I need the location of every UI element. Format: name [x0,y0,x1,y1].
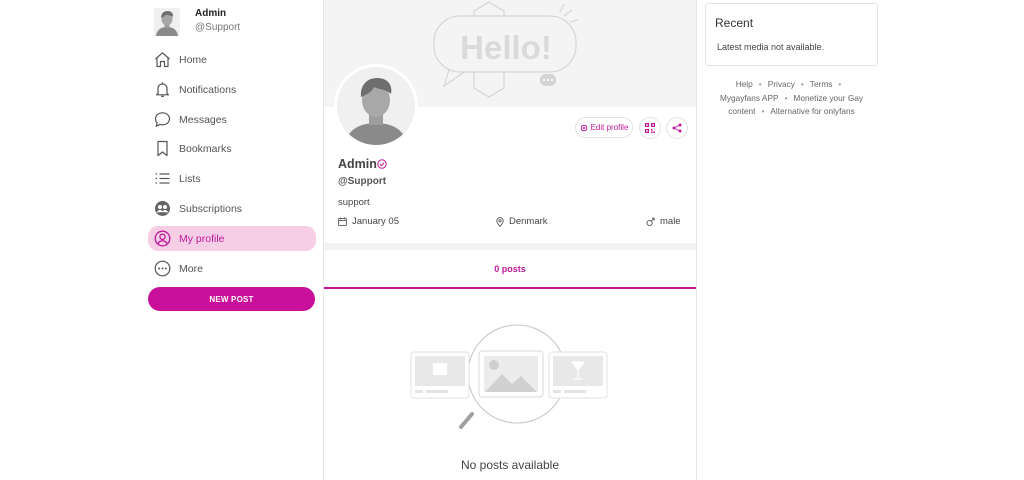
empty-posts-illustration [410,324,608,429]
nav-label: Lists [179,173,201,186]
nav-item-bookmarks[interactable]: Bookmarks [148,136,316,161]
avatar [154,8,180,36]
profile-gender: male [646,216,681,227]
profile-birthday: January 05 [338,216,399,227]
nav-item-messages[interactable]: Messages [148,107,316,132]
nav-item-lists[interactable]: Lists [148,166,316,191]
nav-label: Notifications [179,83,237,96]
more-icon [154,260,171,276]
profile-main: Hello! Edit profile Admin @Support suppo… [323,0,697,480]
location-pin-icon [496,216,504,227]
footer-link-alternative[interactable]: Alternative for onlyfans [770,106,854,116]
footer-link-privacy[interactable]: Privacy [768,79,795,89]
list-icon [155,173,170,184]
user-handle: @Support [195,22,241,33]
left-sidebar: Admin @Support Home Notifications Messag… [148,0,316,480]
profile-location: Denmark [496,216,548,227]
user-name: Admin [195,8,227,19]
nav-label: My profile [179,232,225,245]
nav-item-my-profile[interactable]: My profile [148,225,316,251]
edit-profile-label: Edit profile [590,123,629,132]
recent-empty-message: Latest media not available. [717,42,825,52]
nav-item-home[interactable]: Home [148,47,316,72]
chat-bubble-icon [154,111,171,127]
footer-link-help[interactable]: Help [736,79,753,89]
footer-links: Help • Privacy • Terms • Mygayfans APP • Moneti… [719,79,864,117]
main-nav: Home Notifications Messages Bookmarks Li… [148,47,316,285]
tab-posts[interactable]: 0 posts [324,250,696,289]
empty-posts-message: No posts available [460,458,560,472]
recent-media-card: Recent Latest media not available. [705,3,878,66]
nav-item-more[interactable]: More [148,256,316,281]
cover-text: Hello! [460,29,552,66]
gear-icon [580,124,587,131]
nav-label: Bookmarks [179,143,232,156]
recent-title: Recent [715,16,754,30]
home-icon [155,52,170,68]
edit-profile-button[interactable]: Edit profile [575,117,633,138]
gender-icon [646,217,655,226]
bookmark-icon [157,141,168,157]
qr-code-icon [645,123,655,133]
footer-link-app[interactable]: Mygayfans APP [720,93,779,103]
nav-label: More [179,262,203,275]
nav-item-subscriptions[interactable]: Subscriptions [148,196,316,221]
section-divider [324,243,696,250]
new-post-button[interactable]: NEW POST [148,287,315,311]
profile-avatar[interactable] [334,64,418,148]
calendar-icon [338,217,347,226]
share-icon [672,123,682,133]
nav-label: Home [179,54,208,66]
subscriptions-icon [155,200,170,216]
share-button[interactable] [666,117,688,139]
user-circle-icon [154,230,171,247]
footer-link-terms[interactable]: Terms [810,79,833,89]
location-text: Denmark [509,216,548,227]
bell-icon [155,82,170,97]
nav-item-notifications[interactable]: Notifications [148,77,316,102]
gender-text: male [660,216,681,227]
nav-label: Subscriptions [179,202,243,215]
nav-label: Messages [179,113,227,126]
birthday-text: January 05 [352,216,400,227]
profile-handle: @Support [338,176,387,187]
profile-bio: support [338,197,370,208]
user-card[interactable]: Admin @Support [154,8,314,40]
avatar-silhouette-icon [337,67,415,145]
verified-icon [377,159,387,169]
profile-name: Admin [338,157,377,171]
qr-code-button[interactable] [639,117,661,139]
